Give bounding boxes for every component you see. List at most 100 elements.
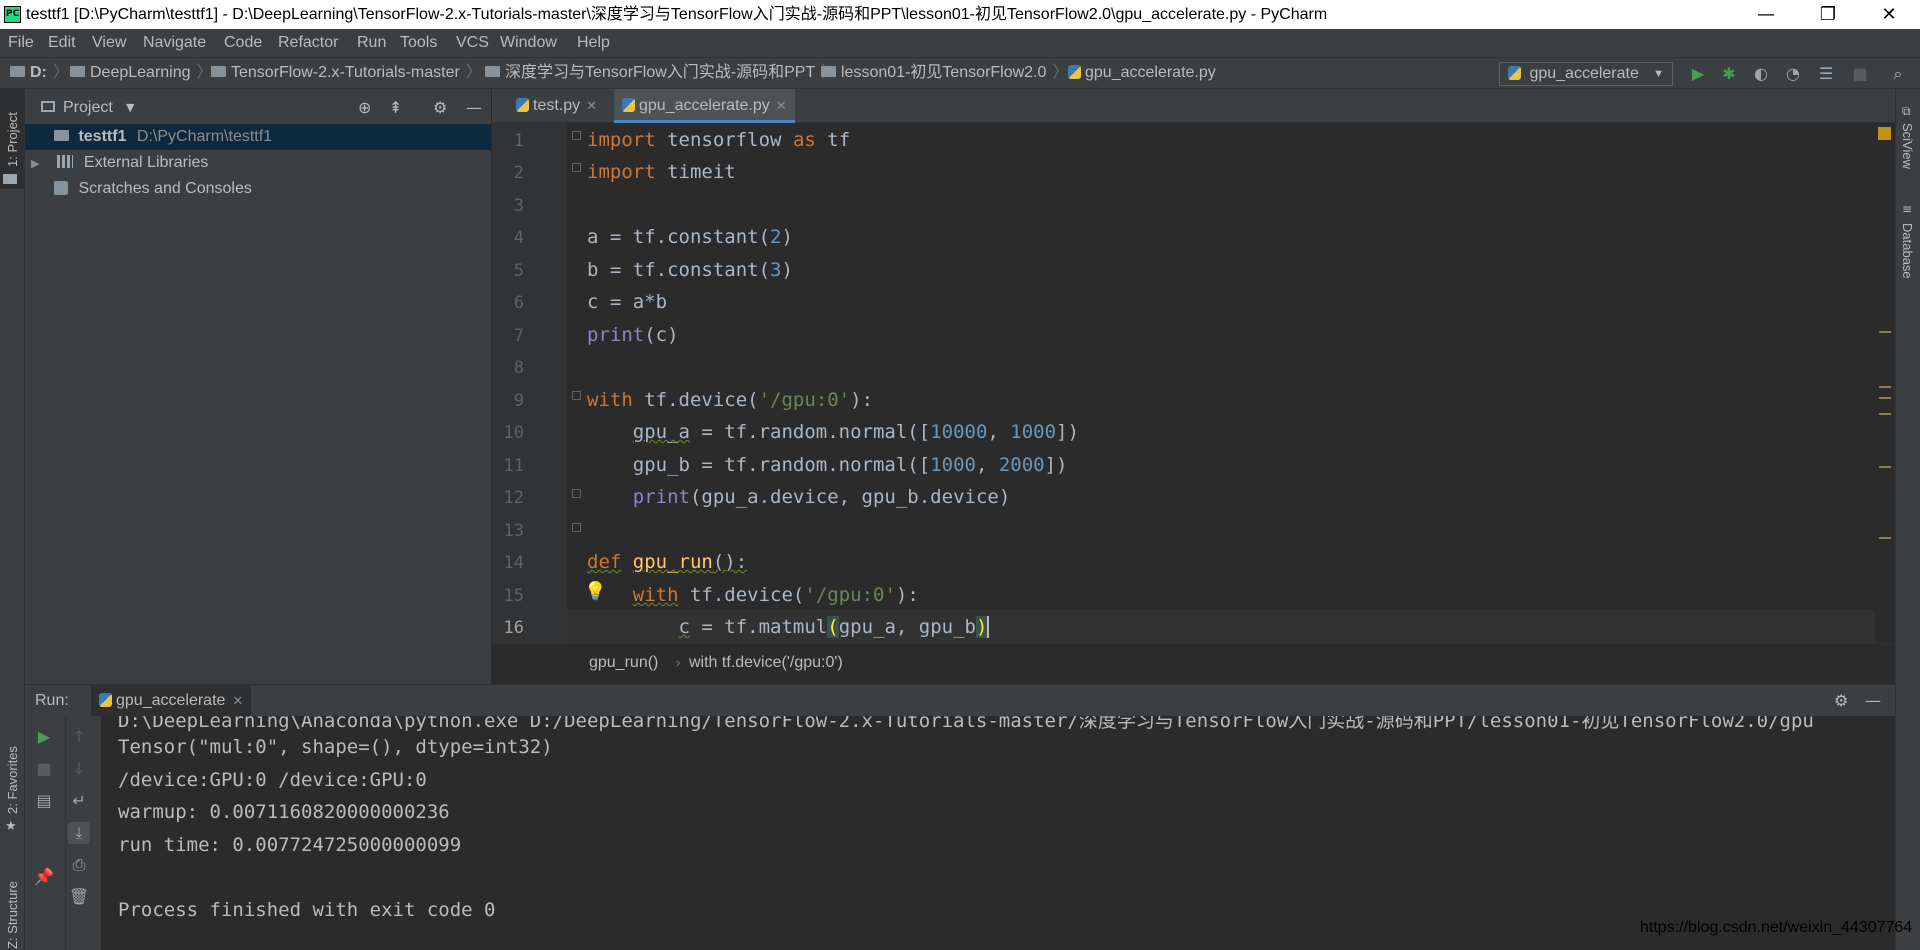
menu-vcs[interactable]: VCS <box>456 29 489 57</box>
print-icon[interactable]: ⎙ <box>68 854 90 876</box>
editor[interactable]: test.py ✕ gpu_accelerate.py ✕ 1 2 3 4 5 6 … <box>492 89 1895 684</box>
code-line: c = a*b <box>587 291 668 313</box>
menu-refactor[interactable]: Refactor <box>278 29 338 57</box>
line-number: 2 <box>513 163 524 183</box>
window-title: testtf1 [D:\PyCharm\testtf1] - D:\DeepLe… <box>26 6 1328 23</box>
tab-gpu-accelerate[interactable]: gpu_accelerate.py ✕ <box>614 89 795 123</box>
code-line: gpu_a = tf.random.normal([10000, 1000]) <box>632 421 1079 443</box>
warning-indicator-icon[interactable] <box>1878 127 1891 140</box>
line-number: 4 <box>513 228 524 248</box>
run-panel-header: Run: gpu_accelerate ✕ ⚙ — <box>25 684 1895 717</box>
breadcrumb-deeplearning[interactable]: DeepLearning 〉 <box>70 58 213 88</box>
fold-icon[interactable] <box>572 131 581 140</box>
breadcrumb-course[interactable]: 深度学习与TensorFlow入门实战-源码和PPT〉 <box>485 58 837 88</box>
python-file-icon <box>99 692 112 707</box>
menu-window[interactable]: Window <box>500 29 557 57</box>
debug-icon[interactable]: ✱ <box>1719 64 1739 84</box>
run-toolbar: ▶ ■ ▤ 📌 ↑ ↓ ↵ ⤓ ⎙ 🗑 <box>25 716 101 950</box>
chevron-down-icon[interactable]: ▼ <box>126 89 134 127</box>
code-line: c = tf.matmul(gpu_a, gpu_b) <box>678 616 990 638</box>
left-tool-strip: 1: Project 2: Favorites ★ Z: Structure <box>0 89 25 950</box>
run-panel: Run: gpu_accelerate ✕ ⚙ — ▶ ■ ▤ 📌 ↑ ↓ ↵ ⤓… <box>25 684 1895 950</box>
breadcrumb-file[interactable]: gpu_accelerate.py <box>1068 58 1216 88</box>
sciview-tool-label[interactable]: SciView <box>1900 123 1915 169</box>
pin-icon[interactable]: 📌 <box>33 866 55 888</box>
rerun-icon[interactable]: ▶ <box>33 726 55 748</box>
project-panel-title[interactable]: Project <box>63 89 113 127</box>
trash-icon[interactable]: 🗑 <box>68 886 90 908</box>
arrow-up-icon[interactable]: ↑ <box>68 726 90 748</box>
close-button[interactable]: ✕ <box>1866 0 1912 29</box>
code-line: with tf.device('/gpu:0'): <box>587 389 874 411</box>
collapse-all-icon[interactable]: ⇞ <box>389 89 402 127</box>
external-libraries-label: External Libraries <box>83 154 209 171</box>
close-tab-icon[interactable]: ✕ <box>586 98 597 113</box>
sciview-icon: ⧉ <box>1902 104 1911 118</box>
restore-button[interactable]: ❐ <box>1805 0 1851 29</box>
arrow-down-icon[interactable]: ↓ <box>68 758 90 780</box>
fold-icon[interactable] <box>572 163 581 172</box>
line-number: 5 <box>513 261 524 281</box>
project-panel-header: Project ▼ ⊕ ⇞ ⚙ — <box>25 89 492 127</box>
console-line: Process finished with exit code 0 <box>118 899 496 921</box>
code-line: import tensorflow as tf <box>587 129 851 151</box>
fold-icon[interactable] <box>572 489 581 498</box>
pycharm-logo-icon: PC <box>4 6 21 23</box>
tree-row-scratches[interactable]: Scratches and Consoles <box>25 176 491 202</box>
code-line: a = tf.constant(2) <box>587 226 793 248</box>
locate-icon[interactable]: ⊕ <box>358 89 371 127</box>
breadcrumb-lesson[interactable]: lesson01-初见TensorFlow2.0 〉 <box>821 58 1068 88</box>
menu-tools[interactable]: Tools <box>400 29 437 57</box>
folder-icon <box>485 66 500 78</box>
scroll-to-end-icon[interactable]: ⤓ <box>68 822 90 844</box>
menu-edit[interactable]: Edit <box>48 29 76 57</box>
scroll-markers <box>1875 123 1895 643</box>
coverage-icon[interactable]: ◐ <box>1751 64 1771 84</box>
stop-icon[interactable]: ■ <box>33 758 55 780</box>
project-tool-label: 1: Project <box>5 112 20 167</box>
line-number: 11 <box>503 456 524 476</box>
soft-wrap-icon[interactable]: ↵ <box>68 790 90 812</box>
hide-icon[interactable]: — <box>466 89 482 127</box>
menu-help[interactable]: Help <box>577 29 610 57</box>
profile-icon[interactable]: ◔ <box>1783 64 1803 84</box>
minimize-button[interactable]: — <box>1743 0 1789 29</box>
stop-icon[interactable]: ■ <box>1850 64 1870 84</box>
close-tab-icon[interactable]: ✕ <box>232 693 243 708</box>
tree-row-external-libraries[interactable]: ▶ External Libraries <box>25 150 491 176</box>
gutter: 1 2 3 4 5 6 7 8 9 10 11 12 13 14 15 16 <box>492 123 567 643</box>
database-tool-label[interactable]: Database <box>1900 223 1915 279</box>
line-number: 3 <box>513 196 524 216</box>
chevron-right-icon[interactable]: ▶ <box>31 151 45 177</box>
menu-view[interactable]: View <box>92 29 126 57</box>
structure-tool-label[interactable]: Z: Structure <box>5 881 20 949</box>
run-tab-gpu-accelerate[interactable]: gpu_accelerate ✕ <box>91 685 252 717</box>
tree-row-project-root[interactable]: testtf1 D:\PyCharm\testtf1 <box>25 124 491 150</box>
fold-icon[interactable] <box>572 391 581 400</box>
menu-code[interactable]: Code <box>224 29 262 57</box>
search-icon[interactable]: ⌕ <box>1888 64 1908 84</box>
menu-file[interactable]: File <box>8 29 34 57</box>
tab-test-py[interactable]: test.py ✕ <box>508 89 605 123</box>
favorites-tool-label[interactable]: 2: Favorites <box>5 746 20 814</box>
close-tab-icon[interactable]: ✕ <box>776 98 787 113</box>
breadcrumb-tutorials[interactable]: TensorFlow-2.x-Tutorials-master 〉 <box>211 58 482 88</box>
hide-icon[interactable]: — <box>1865 685 1881 717</box>
watermark-url: https://blog.csdn.net/weixin_44307764 <box>1640 919 1913 936</box>
run-config-select[interactable]: gpu_accelerate ▼ <box>1499 62 1673 86</box>
gear-icon[interactable]: ⚙ <box>1834 685 1848 717</box>
run-config-label: gpu_accelerate <box>1529 65 1639 82</box>
line-number: 6 <box>513 293 524 313</box>
menu-run[interactable]: Run <box>357 29 386 57</box>
layout-icon[interactable]: ▤ <box>33 790 55 812</box>
breadcrumb-function[interactable]: gpu_run() <box>589 644 658 682</box>
breadcrumb-with-block[interactable]: with tf.device('/gpu:0') <box>689 644 843 682</box>
breadcrumb-drive[interactable]: D: 〉 <box>10 58 69 88</box>
run-icon[interactable]: ▶ <box>1688 64 1708 84</box>
editor-tabs: test.py ✕ gpu_accelerate.py ✕ <box>492 89 1895 123</box>
build-icon[interactable]: ☰ <box>1816 64 1836 84</box>
console-scrollbar[interactable] <box>1880 716 1895 950</box>
fold-icon[interactable] <box>572 523 581 532</box>
menu-navigate[interactable]: Navigate <box>143 29 206 57</box>
gear-icon[interactable]: ⚙ <box>433 89 447 127</box>
